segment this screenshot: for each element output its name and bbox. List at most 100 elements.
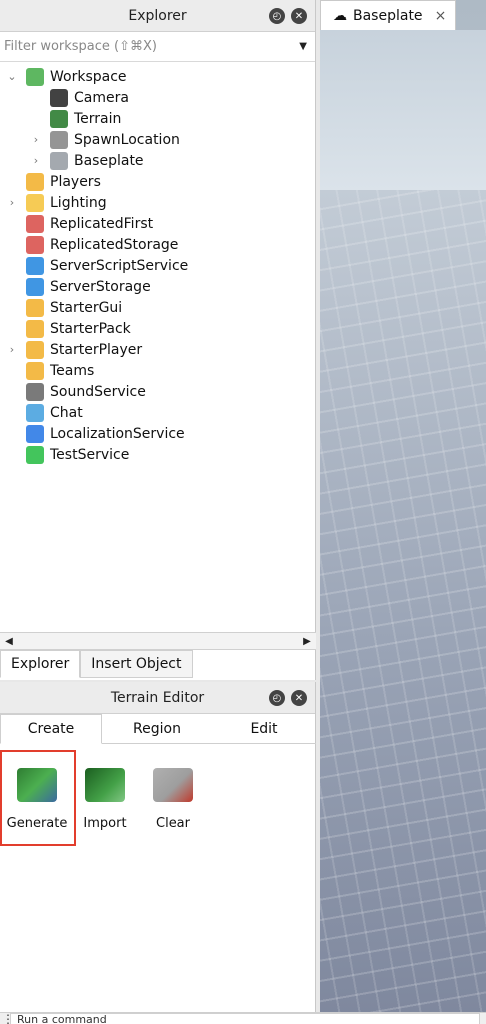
explorer-title: Explorer (128, 7, 187, 24)
explorer-item-label: Players (50, 173, 101, 190)
chevron-right-icon[interactable]: › (30, 154, 42, 167)
explorer-item-label: Baseplate (74, 152, 144, 169)
explorer-item-camera[interactable]: Camera (50, 87, 129, 108)
explorer-item-label: Lighting (50, 194, 107, 211)
explorer-item-teams[interactable]: Teams (26, 360, 94, 381)
explorer-item-starterplayer[interactable]: › StarterPlayer (10, 339, 143, 360)
explorer-item-soundservice[interactable]: SoundService (26, 381, 146, 402)
explorer-item-serverscriptservice[interactable]: ServerScriptService (26, 255, 188, 276)
terrain-editor-panel: Terrain Editor ◴ ✕ Create Region Edit Ge… (0, 682, 316, 1012)
explorer-close-button[interactable]: ✕ (291, 8, 307, 24)
tab-baseplate[interactable]: ☁ Baseplate × (320, 0, 456, 30)
explorer-item-starterpack[interactable]: StarterPack (26, 318, 131, 339)
explorer-item-localizationservice[interactable]: LocalizationService (26, 423, 185, 444)
baseplate-icon (50, 151, 68, 170)
dock-icon: ◴ (272, 692, 282, 704)
workspace-globe-icon (26, 67, 44, 86)
scroll-right-icon[interactable]: ▶ (300, 634, 314, 648)
tab-explorer[interactable]: Explorer (0, 650, 81, 678)
close-icon: ✕ (294, 10, 304, 22)
tab-create[interactable]: Create (0, 714, 102, 744)
spawn-location-icon (50, 130, 68, 149)
close-icon[interactable]: × (435, 8, 447, 24)
starter-pack-icon (26, 319, 44, 338)
explorer-item-label: Workspace (50, 68, 127, 85)
tab-insert-object[interactable]: Insert Object (80, 650, 193, 678)
players-icon (26, 172, 44, 191)
explorer-horizontal-scrollbar[interactable]: ◀ ▶ (0, 632, 316, 650)
generate-button[interactable]: Generate (2, 760, 72, 850)
chevron-right-icon[interactable]: › (30, 133, 42, 146)
explorer-item-startergui[interactable]: StarterGui (26, 297, 122, 318)
tab-edit[interactable]: Edit (212, 714, 316, 744)
explorer-item-baseplate[interactable]: › Baseplate (34, 150, 144, 171)
explorer-item-label: Camera (74, 89, 129, 106)
explorer-item-replicatedfirst[interactable]: ReplicatedFirst (26, 213, 153, 234)
starter-gui-icon (26, 298, 44, 317)
scroll-left-icon[interactable]: ◀ (2, 634, 16, 648)
dock-icon: ◴ (272, 10, 282, 22)
explorer-item-spawnlocation[interactable]: › SpawnLocation (34, 129, 180, 150)
explorer-item-label: Teams (50, 362, 95, 379)
explorer-item-label: ReplicatedFirst (50, 215, 154, 232)
explorer-item-lighting[interactable]: › Lighting (10, 192, 107, 213)
roblox-studio-window: Explorer ◴ ✕ Filter workspace (⇧⌘X) ▼ ⌄ W… (0, 0, 486, 1024)
close-icon: ✕ (294, 692, 304, 704)
command-input[interactable]: Run a command (10, 1013, 480, 1024)
import-button[interactable]: Import (70, 760, 140, 850)
teams-icon (26, 361, 44, 380)
terrain-icon (50, 109, 68, 128)
clear-terrain-icon (153, 768, 193, 802)
explorer-item-terrain[interactable]: Terrain (50, 108, 121, 129)
import-label: Import (83, 816, 127, 831)
test-service-icon (26, 445, 44, 464)
explorer-item-label: StarterGui (50, 299, 123, 316)
viewport-sky (320, 30, 486, 190)
explorer-item-testservice[interactable]: TestService (26, 444, 129, 465)
3d-viewport[interactable]: ☁ Baseplate × (320, 0, 486, 1012)
explorer-tree: ⌄ Workspace Camera Terrain › SpawnLocation › Ba… (0, 64, 316, 632)
explorer-item-replicatedstorage[interactable]: ReplicatedStorage (26, 234, 178, 255)
cloud-icon: ☁ (333, 7, 347, 24)
replicated-storage-icon (26, 235, 44, 254)
explorer-item-label: ReplicatedStorage (50, 236, 179, 253)
viewport-baseplate-grid (320, 190, 486, 1012)
clear-button[interactable]: Clear (138, 760, 208, 850)
explorer-item-players[interactable]: Players (26, 171, 101, 192)
localization-service-icon (26, 424, 44, 443)
clear-label: Clear (156, 816, 190, 831)
explorer-item-label: SpawnLocation (74, 131, 180, 148)
replicated-first-icon (26, 214, 44, 233)
chat-icon (26, 403, 44, 422)
chevron-right-icon[interactable]: › (6, 196, 18, 209)
explorer-item-serverstorage[interactable]: ServerStorage (26, 276, 151, 297)
command-bar: ⋮ Run a command (0, 1012, 486, 1024)
explorer-dock-button[interactable]: ◴ (269, 8, 285, 24)
chevron-right-icon[interactable]: › (6, 343, 18, 356)
explorer-item-label: StarterPlayer (50, 341, 143, 358)
explorer-item-label: StarterPack (50, 320, 131, 337)
lighting-bulb-icon (26, 193, 44, 212)
explorer-filter-placeholder: Filter workspace (⇧⌘X) (4, 39, 157, 54)
terrain-dock-button[interactable]: ◴ (269, 690, 285, 706)
tab-region[interactable]: Region (102, 714, 212, 744)
chevron-down-icon[interactable]: ▼ (299, 41, 307, 52)
import-terrain-icon (85, 768, 125, 802)
explorer-item-chat[interactable]: Chat (26, 402, 83, 423)
explorer-item-label: Chat (50, 404, 83, 421)
camera-icon (50, 88, 68, 107)
chevron-down-icon[interactable]: ⌄ (6, 70, 18, 83)
explorer-filter[interactable]: Filter workspace (⇧⌘X) ▼ (0, 32, 315, 62)
starter-player-icon (26, 340, 44, 359)
terrain-editor-header: Terrain Editor ◴ ✕ (0, 682, 315, 714)
terrain-editor-tabs: Create Region Edit (0, 714, 316, 744)
explorer-item-label: Terrain (74, 110, 122, 127)
terrain-close-button[interactable]: ✕ (291, 690, 307, 706)
explorer-header: Explorer ◴ ✕ (0, 0, 315, 32)
generate-terrain-icon (17, 768, 57, 802)
explorer-item-workspace[interactable]: ⌄ Workspace (7, 66, 127, 87)
explorer-item-label: ServerScriptService (50, 257, 189, 274)
server-storage-icon (26, 277, 44, 296)
server-script-service-icon (26, 256, 44, 275)
explorer-item-label: SoundService (50, 383, 146, 400)
